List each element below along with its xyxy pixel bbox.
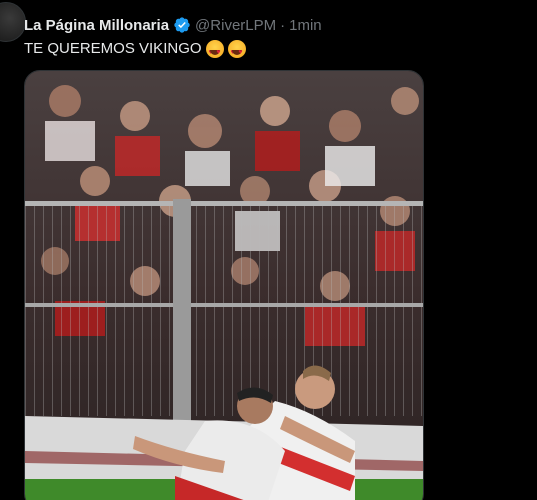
tweet-text: TE QUEREMOS VIKINGO <box>24 40 202 57</box>
tweet-media-photo[interactable] <box>24 70 424 500</box>
heart-eyes-emoji-icon <box>205 40 224 64</box>
heart-eyes-emoji-icon <box>227 40 246 64</box>
tweet-body: TE QUEREMOS VIKINGO <box>24 38 246 64</box>
author-handle[interactable]: @RiverLPM <box>195 17 276 34</box>
tweet-header: La Página Millonaria @RiverLPM · 1min <box>24 14 322 36</box>
author-name[interactable]: La Página Millonaria <box>24 17 169 34</box>
stadium-celebration-photo <box>25 71 423 500</box>
separator-dot: · <box>280 16 286 34</box>
right-gutter <box>520 0 537 500</box>
timestamp[interactable]: 1min <box>289 17 322 34</box>
verified-badge-icon <box>174 17 190 33</box>
author-avatar[interactable] <box>0 2 26 42</box>
